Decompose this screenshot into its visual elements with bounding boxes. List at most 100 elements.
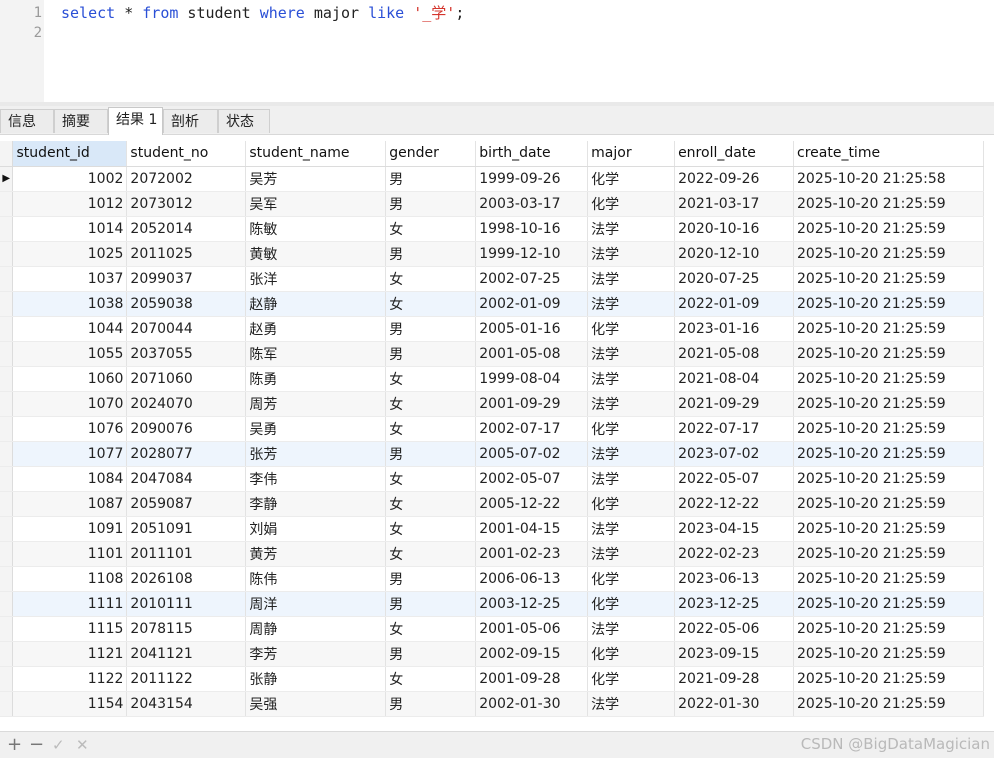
- table-row[interactable]: 1012 2073012 吴军男 2003-03-17 化学 2021-03-17 2025…: [0, 191, 984, 217]
- cell-student-no[interactable]: 2011122: [126, 666, 247, 692]
- cell-student-id[interactable]: 1044: [12, 316, 128, 342]
- cell-enroll-date[interactable]: 2023-01-16: [674, 316, 794, 342]
- cell-birth-date[interactable]: 1999-08-04: [475, 366, 589, 392]
- cell-major[interactable]: 化学: [587, 666, 676, 692]
- cell-student-no[interactable]: 2072002: [126, 166, 247, 192]
- row-indicator[interactable]: [0, 366, 14, 392]
- cell-student-name[interactable]: 吴芳: [245, 166, 387, 192]
- cell-birth-date[interactable]: 2002-05-07: [475, 466, 589, 492]
- cell-major[interactable]: 法学: [587, 391, 676, 417]
- table-row[interactable]: 1055 2037055 陈军男 2001-05-08 法学 2021-05-08 2025…: [0, 341, 984, 367]
- cell-enroll-date[interactable]: 2023-12-25: [674, 591, 794, 617]
- table-row[interactable]: 1121 2041121 李芳男 2002-09-15 化学 2023-09-15 2025…: [0, 641, 984, 667]
- cell-student-no[interactable]: 2043154: [126, 691, 247, 717]
- cell-create-time[interactable]: 2025-10-20 21:25:59: [793, 366, 984, 392]
- table-row[interactable]: 1077 2028077 张芳男 2005-07-02 法学 2023-07-02 2025…: [0, 441, 984, 467]
- delete-row-button[interactable]: −: [29, 734, 44, 756]
- table-row[interactable]: 1044 2070044 赵勇男 2005-01-16 化学 2023-01-16 2025…: [0, 316, 984, 342]
- cell-birth-date[interactable]: 2005-01-16: [475, 316, 589, 342]
- tab-summary[interactable]: 摘要: [54, 109, 108, 133]
- cell-birth-date[interactable]: 1999-09-26: [475, 166, 589, 192]
- cell-major[interactable]: 化学: [587, 416, 676, 442]
- cell-student-no[interactable]: 2059038: [126, 291, 247, 317]
- column-header-student-id[interactable]: student_id: [12, 141, 128, 167]
- table-row[interactable]: 1087 2059087 李静女 2005-12-22 化学 2022-12-22 2025…: [0, 491, 984, 517]
- cell-birth-date[interactable]: 2001-05-06: [475, 616, 589, 642]
- cell-student-name[interactable]: 吴军: [245, 191, 387, 217]
- cell-major[interactable]: 法学: [587, 516, 676, 542]
- cell-major[interactable]: 法学: [587, 216, 676, 242]
- cell-birth-date[interactable]: 2002-07-17: [475, 416, 589, 442]
- table-row[interactable]: 1025 2011025 黄敏男 1999-12-10 法学 2020-12-10 2025…: [0, 241, 984, 267]
- cell-major[interactable]: 法学: [587, 691, 676, 717]
- cell-create-time[interactable]: 2025-10-20 21:25:59: [793, 641, 984, 667]
- table-row[interactable]: 1091 2051091 刘娟女 2001-04-15 法学 2023-04-15 2025…: [0, 516, 984, 542]
- cell-birth-date[interactable]: 2005-12-22: [475, 491, 589, 517]
- table-row[interactable]: ▶ 1002 2072002 吴芳男 1999-09-26 化学 2022-09-26 202…: [0, 166, 984, 192]
- row-indicator[interactable]: [0, 666, 14, 692]
- cell-enroll-date[interactable]: 2022-02-23: [674, 541, 794, 567]
- cell-student-no[interactable]: 2024070: [126, 391, 247, 417]
- table-row[interactable]: 1115 2078115 周静女 2001-05-06 法学 2022-05-06 2025…: [0, 616, 984, 642]
- cell-student-id[interactable]: 1025: [12, 241, 128, 267]
- cell-major[interactable]: 化学: [587, 591, 676, 617]
- cell-student-id[interactable]: 1121: [12, 641, 128, 667]
- cell-birth-date[interactable]: 2001-05-08: [475, 341, 589, 367]
- cell-student-name[interactable]: 李静: [245, 491, 387, 517]
- cell-gender[interactable]: 男: [385, 341, 477, 367]
- cell-enroll-date[interactable]: 2021-05-08: [674, 341, 794, 367]
- cell-gender[interactable]: 女: [385, 466, 477, 492]
- cell-student-id[interactable]: 1055: [12, 341, 128, 367]
- cell-major[interactable]: 法学: [587, 616, 676, 642]
- cell-birth-date[interactable]: 2002-09-15: [475, 641, 589, 667]
- cell-student-no[interactable]: 2028077: [126, 441, 247, 467]
- cell-student-no[interactable]: 2090076: [126, 416, 247, 442]
- cell-student-name[interactable]: 李芳: [245, 641, 387, 667]
- cell-student-name[interactable]: 陈敏: [245, 216, 387, 242]
- result-grid[interactable]: student_id student_no student_name gender bi…: [0, 141, 984, 717]
- cell-student-no[interactable]: 2041121: [126, 641, 247, 667]
- table-row[interactable]: 1111 2010111 周洋男 2003-12-25 化学 2023-12-25 2025…: [0, 591, 984, 617]
- cell-student-name[interactable]: 李伟: [245, 466, 387, 492]
- cell-birth-date[interactable]: 2001-09-28: [475, 666, 589, 692]
- cell-student-name[interactable]: 赵静: [245, 291, 387, 317]
- cell-enroll-date[interactable]: 2021-08-04: [674, 366, 794, 392]
- cell-gender[interactable]: 男: [385, 691, 477, 717]
- cell-major[interactable]: 化学: [587, 191, 676, 217]
- cell-enroll-date[interactable]: 2023-06-13: [674, 566, 794, 592]
- cell-major[interactable]: 化学: [587, 316, 676, 342]
- row-indicator[interactable]: [0, 591, 14, 617]
- cell-student-name[interactable]: 陈军: [245, 341, 387, 367]
- cell-birth-date[interactable]: 1998-10-16: [475, 216, 589, 242]
- cell-major[interactable]: 化学: [587, 491, 676, 517]
- cell-create-time[interactable]: 2025-10-20 21:25:59: [793, 566, 984, 592]
- cell-gender[interactable]: 男: [385, 316, 477, 342]
- cell-major[interactable]: 法学: [587, 241, 676, 267]
- cell-create-time[interactable]: 2025-10-20 21:25:59: [793, 216, 984, 242]
- cell-gender[interactable]: 女: [385, 266, 477, 292]
- cell-gender[interactable]: 女: [385, 216, 477, 242]
- cell-major[interactable]: 法学: [587, 291, 676, 317]
- cell-gender[interactable]: 女: [385, 541, 477, 567]
- cell-enroll-date[interactable]: 2021-03-17: [674, 191, 794, 217]
- cell-gender[interactable]: 女: [385, 616, 477, 642]
- cell-student-id[interactable]: 1084: [12, 466, 128, 492]
- cell-student-id[interactable]: 1070: [12, 391, 128, 417]
- cell-major[interactable]: 法学: [587, 341, 676, 367]
- table-row[interactable]: 1108 2026108 陈伟男 2006-06-13 化学 2023-06-13 2025…: [0, 566, 984, 592]
- table-row[interactable]: 1084 2047084 李伟女 2002-05-07 法学 2022-05-07 2025…: [0, 466, 984, 492]
- cell-birth-date[interactable]: 2005-07-02: [475, 441, 589, 467]
- cell-create-time[interactable]: 2025-10-20 21:25:59: [793, 541, 984, 567]
- cell-gender[interactable]: 男: [385, 566, 477, 592]
- table-row[interactable]: 1101 2011101 黄芳女 2001-02-23 法学 2022-02-23 2025…: [0, 541, 984, 567]
- cell-student-id[interactable]: 1122: [12, 666, 128, 692]
- row-indicator[interactable]: [0, 566, 14, 592]
- cell-create-time[interactable]: 2025-10-20 21:25:59: [793, 666, 984, 692]
- cell-gender[interactable]: 女: [385, 391, 477, 417]
- cell-birth-date[interactable]: 2001-09-29: [475, 391, 589, 417]
- cell-enroll-date[interactable]: 2020-10-16: [674, 216, 794, 242]
- row-indicator[interactable]: [0, 516, 14, 542]
- cell-student-name[interactable]: 黄敏: [245, 241, 387, 267]
- cell-birth-date[interactable]: 2003-12-25: [475, 591, 589, 617]
- row-indicator[interactable]: [0, 391, 14, 417]
